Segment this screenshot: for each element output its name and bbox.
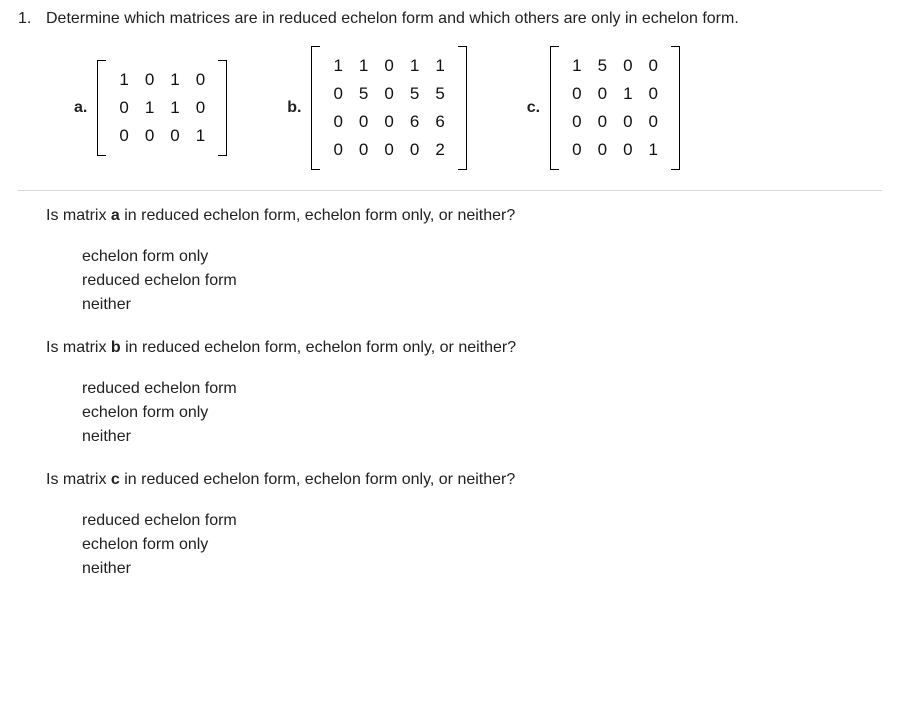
matrix-cell: 1 bbox=[351, 52, 376, 80]
matrix-cell: 0 bbox=[590, 80, 615, 108]
q-post: in reduced echelon form, echelon form on… bbox=[120, 471, 515, 488]
option-item[interactable]: neither bbox=[82, 557, 882, 581]
q-bold: a bbox=[111, 207, 120, 224]
option-label: neither bbox=[82, 560, 131, 578]
matrix-cell: 1 bbox=[137, 94, 162, 122]
option-item[interactable]: echelon form only bbox=[82, 401, 882, 425]
matrix-cell: 2 bbox=[427, 136, 452, 164]
matrix-group-b: b. 11011050550006600002 bbox=[287, 46, 467, 170]
matrix-cell: 0 bbox=[351, 136, 376, 164]
matrix-cell: 0 bbox=[564, 108, 589, 136]
matrix-cell: 1 bbox=[162, 66, 187, 94]
matrix-cell: 0 bbox=[111, 122, 136, 150]
option-label: reduced echelon form bbox=[82, 272, 237, 290]
matrix-cell: 0 bbox=[641, 52, 666, 80]
q-bold: c bbox=[111, 471, 120, 488]
part-c: Is matrix c in reduced echelon form, ech… bbox=[18, 471, 882, 581]
matrix-cell: 0 bbox=[325, 136, 350, 164]
option-item[interactable]: echelon form only bbox=[82, 245, 882, 269]
part-question: Is matrix c in reduced echelon form, ech… bbox=[46, 471, 882, 489]
matrix-cell: 0 bbox=[188, 66, 213, 94]
q-pre: Is matrix bbox=[46, 339, 111, 356]
part-a: Is matrix a in reduced echelon form, ech… bbox=[18, 207, 882, 317]
option-label: echelon form only bbox=[82, 248, 208, 266]
q-post: in reduced echelon form, echelon form on… bbox=[120, 207, 515, 224]
matrix-cell: 0 bbox=[615, 108, 640, 136]
matrix-cell: 0 bbox=[137, 122, 162, 150]
option-label: neither bbox=[82, 296, 131, 314]
option-item[interactable]: reduced echelon form bbox=[82, 377, 882, 401]
matrix-group-a: a. 101001100001 bbox=[74, 60, 227, 156]
matrix-label: b. bbox=[287, 99, 301, 117]
matrix-cell: 1 bbox=[162, 94, 187, 122]
part-question: Is matrix a in reduced echelon form, ech… bbox=[46, 207, 882, 225]
options-b: reduced echelon form echelon form only n… bbox=[46, 377, 882, 449]
matrix-cell: 1 bbox=[615, 80, 640, 108]
matrix-cell: 0 bbox=[402, 136, 427, 164]
matrix-cell: 0 bbox=[162, 122, 187, 150]
option-label: reduced echelon form bbox=[82, 512, 237, 530]
matrix-cell: 1 bbox=[188, 122, 213, 150]
matrix-c: 1500001000000001 bbox=[550, 46, 680, 170]
matrix-cell: 0 bbox=[325, 80, 350, 108]
matrix-cell: 5 bbox=[351, 80, 376, 108]
matrix-a: 101001100001 bbox=[97, 60, 227, 156]
matrix-group-c: c. 1500001000000001 bbox=[527, 46, 680, 170]
matrix-cell: 6 bbox=[427, 108, 452, 136]
q-pre: Is matrix bbox=[46, 471, 111, 488]
matrix-cell: 0 bbox=[615, 136, 640, 164]
matrix-cell: 0 bbox=[376, 136, 401, 164]
matrix-cell: 1 bbox=[564, 52, 589, 80]
matrix-cell: 1 bbox=[427, 52, 452, 80]
matrix-label: a. bbox=[74, 99, 87, 117]
matrix-cell: 0 bbox=[137, 66, 162, 94]
matrix-cell: 0 bbox=[615, 52, 640, 80]
matrix-cell: 0 bbox=[376, 108, 401, 136]
matrix-cell: 0 bbox=[641, 80, 666, 108]
option-item[interactable]: neither bbox=[82, 425, 882, 449]
matrix-cell: 1 bbox=[402, 52, 427, 80]
matrix-cell: 0 bbox=[641, 108, 666, 136]
matrix-cell: 5 bbox=[427, 80, 452, 108]
question-number: 1. bbox=[18, 10, 46, 28]
divider bbox=[18, 190, 882, 191]
options-c: reduced echelon form echelon form only n… bbox=[46, 509, 882, 581]
option-label: reduced echelon form bbox=[82, 380, 237, 398]
matrix-cell: 5 bbox=[402, 80, 427, 108]
matrix-cell: 0 bbox=[325, 108, 350, 136]
matrix-cell: 0 bbox=[376, 52, 401, 80]
matrix-cell: 0 bbox=[376, 80, 401, 108]
matrix-cell: 0 bbox=[188, 94, 213, 122]
matrix-cell: 5 bbox=[590, 52, 615, 80]
options-a: echelon form only reduced echelon form n… bbox=[46, 245, 882, 317]
matrix-cell: 0 bbox=[590, 108, 615, 136]
q-post: in reduced echelon form, echelon form on… bbox=[121, 339, 516, 356]
option-label: neither bbox=[82, 428, 131, 446]
question-prompt: Determine which matrices are in reduced … bbox=[46, 10, 882, 28]
part-question: Is matrix b in reduced echelon form, ech… bbox=[46, 339, 882, 357]
part-b: Is matrix b in reduced echelon form, ech… bbox=[18, 339, 882, 449]
matrix-cell: 0 bbox=[564, 136, 589, 164]
matrix-cell: 6 bbox=[402, 108, 427, 136]
matrix-b: 11011050550006600002 bbox=[311, 46, 466, 170]
problem-header: 1. Determine which matrices are in reduc… bbox=[18, 10, 882, 28]
option-label: echelon form only bbox=[82, 536, 208, 554]
option-item[interactable]: reduced echelon form bbox=[82, 509, 882, 533]
matrix-cell: 0 bbox=[351, 108, 376, 136]
q-bold: b bbox=[111, 339, 121, 356]
option-label: echelon form only bbox=[82, 404, 208, 422]
option-item[interactable]: echelon form only bbox=[82, 533, 882, 557]
matrix-cell: 1 bbox=[325, 52, 350, 80]
matrix-cell: 1 bbox=[111, 66, 136, 94]
matrices-row: a. 101001100001 b. 11011050550006600002 … bbox=[18, 28, 882, 190]
q-pre: Is matrix bbox=[46, 207, 111, 224]
option-item[interactable]: neither bbox=[82, 293, 882, 317]
matrix-label: c. bbox=[527, 99, 540, 117]
matrix-cell: 0 bbox=[564, 80, 589, 108]
option-item[interactable]: reduced echelon form bbox=[82, 269, 882, 293]
matrix-cell: 1 bbox=[641, 136, 666, 164]
matrix-cell: 0 bbox=[111, 94, 136, 122]
matrix-cell: 0 bbox=[590, 136, 615, 164]
